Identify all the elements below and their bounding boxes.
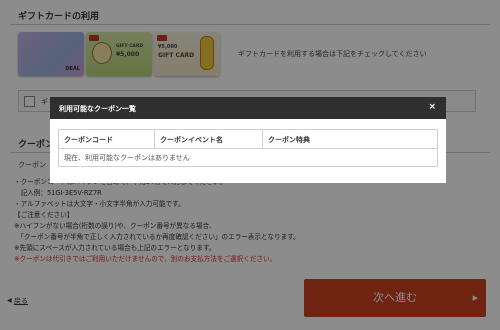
- table-header: クーポンコード クーポンイベント名 クーポン特典: [59, 130, 437, 149]
- column-header-benefit: クーポン特典: [268, 136, 310, 144]
- modal-header: 利用可能なクーポン一覧 ×: [50, 97, 446, 119]
- column-header-code: クーポンコード: [59, 130, 155, 148]
- modal-title: 利用可能なクーポン一覧: [59, 105, 136, 113]
- table-row-empty: 現在、利用可能なクーポンはありません: [64, 154, 190, 162]
- coupon-table: クーポンコード クーポンイベント名 クーポン特典 現在、利用可能なクーポンはあり…: [58, 129, 438, 167]
- column-header-event: クーポンイベント名: [155, 130, 263, 148]
- close-icon[interactable]: ×: [428, 102, 436, 112]
- coupon-list-modal: 利用可能なクーポン一覧 × クーポンコード クーポンイベント名 クーポン特典 現…: [50, 97, 446, 183]
